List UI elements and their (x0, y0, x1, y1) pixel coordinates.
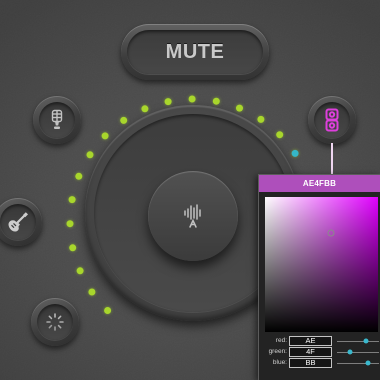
level-led (86, 151, 94, 159)
green-value-field[interactable]: 4F (289, 347, 332, 357)
level-led (257, 115, 265, 123)
mute-button-label: MUTE (165, 40, 225, 63)
level-led (101, 132, 109, 140)
color-hex-label: AE4FBB (302, 179, 337, 188)
red-value-field[interactable]: AE (289, 336, 332, 346)
green-row: green: 4F (259, 347, 380, 357)
level-led (68, 196, 76, 204)
green-slider-track (337, 351, 379, 353)
level-led (69, 244, 77, 252)
level-led (141, 105, 149, 113)
waveform-icon (184, 204, 201, 228)
red-slider[interactable] (337, 336, 379, 346)
level-led (276, 131, 284, 139)
level-led (76, 267, 84, 275)
mute-button-face: MUTE (127, 30, 263, 74)
saturation-brightness-square[interactable] (265, 197, 378, 332)
color-picker-header: AE4FBB (259, 175, 380, 192)
green-slider[interactable] (337, 347, 379, 357)
red-label: red: (275, 337, 287, 344)
channel-link-button[interactable] (308, 96, 356, 144)
level-led (75, 172, 83, 180)
mute-button[interactable]: MUTE (121, 24, 269, 80)
channel-link-button-face (314, 102, 350, 138)
level-led (120, 116, 128, 124)
dotted-circle-icon (46, 313, 64, 331)
green-label: green: (268, 348, 287, 355)
line-input-button[interactable] (31, 298, 79, 346)
blue-value-field[interactable]: BB (289, 358, 332, 368)
green-slider-knob[interactable] (347, 349, 353, 355)
linked-channels-icon (325, 108, 339, 132)
microphone-input-button[interactable] (33, 96, 81, 144)
level-led (88, 288, 96, 296)
line-input-button-face (37, 304, 73, 340)
level-led (164, 98, 172, 106)
red-slider-knob[interactable] (363, 338, 369, 344)
knob-cap[interactable] (148, 171, 238, 261)
level-led (104, 307, 112, 314)
blue-slider-knob[interactable] (365, 360, 371, 366)
guitar-input-button-face (0, 204, 36, 240)
blue-row: blue: BB (259, 358, 380, 368)
microphone-input-button-face (39, 102, 75, 138)
color-marker[interactable] (327, 229, 335, 237)
level-led (212, 97, 220, 105)
device-panel: MUTE AE4FBB red: AE green: 4F blue: BB (0, 0, 380, 380)
level-led (236, 104, 243, 112)
microphone-icon (51, 109, 63, 129)
level-marker-led (291, 149, 299, 157)
blue-label: blue: (272, 359, 287, 366)
color-picker-popup: AE4FBB red: AE green: 4F blue: BB (258, 174, 380, 380)
guitar-input-button[interactable] (0, 198, 42, 246)
level-led (66, 220, 74, 228)
red-slider-track (337, 340, 379, 342)
guitar-icon (8, 212, 28, 232)
red-row: red: AE (259, 336, 380, 346)
level-led (188, 95, 196, 103)
blue-slider-track (337, 362, 379, 364)
blue-slider[interactable] (337, 358, 379, 368)
picker-connector-line (331, 143, 333, 175)
